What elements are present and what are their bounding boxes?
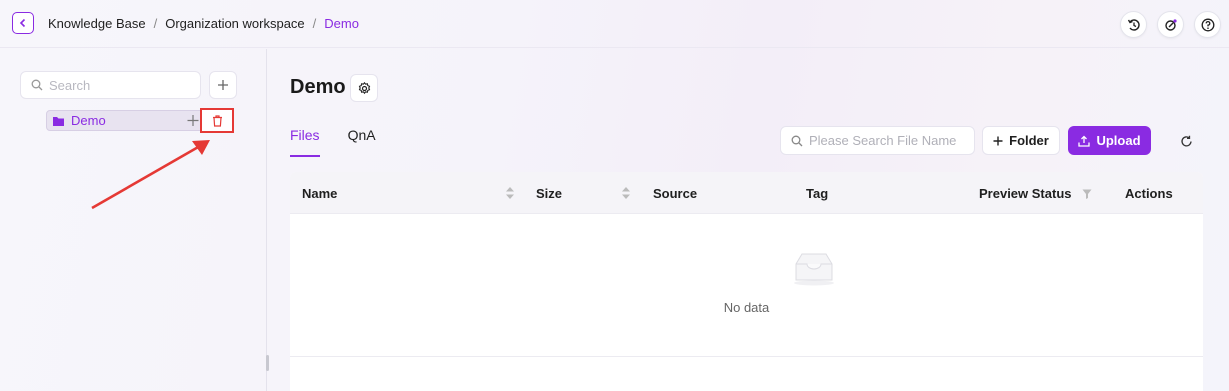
- help-button[interactable]: [1194, 11, 1221, 38]
- add-node-button[interactable]: [209, 71, 237, 99]
- search-placeholder: Search: [49, 77, 91, 93]
- tab-bar: Files QnA: [290, 127, 376, 157]
- folder-button-label: Folder: [1009, 133, 1049, 148]
- new-folder-button[interactable]: Folder: [982, 126, 1060, 155]
- files-table: Name Size Source Tag Preview Status Acti…: [290, 172, 1203, 391]
- tab-files[interactable]: Files: [290, 127, 320, 157]
- history-icon: [1127, 18, 1140, 31]
- tree-item-label: Demo: [71, 113, 106, 128]
- filter-icon[interactable]: [1082, 187, 1092, 201]
- empty-state-text: No data: [723, 300, 770, 315]
- ai-edit-button[interactable]: [1157, 11, 1184, 38]
- back-button[interactable]: [12, 12, 34, 34]
- breadcrumb: Knowledge Base / Organization workspace …: [48, 16, 359, 31]
- tree-search-input[interactable]: Search: [20, 71, 201, 99]
- column-preview-status: Preview Status: [979, 186, 1072, 201]
- upload-button[interactable]: Upload: [1068, 126, 1151, 155]
- delete-button[interactable]: [200, 108, 234, 133]
- upload-button-label: Upload: [1096, 133, 1141, 148]
- top-bar: Knowledge Base / Organization workspace …: [0, 0, 1229, 48]
- file-search-input[interactable]: Please Search File Name: [780, 126, 975, 155]
- search-icon: [791, 135, 803, 146]
- breadcrumb-current: Demo: [324, 16, 359, 31]
- refresh-button[interactable]: [1176, 131, 1196, 151]
- breadcrumb-separator: /: [153, 16, 158, 31]
- plus-icon: [993, 136, 1003, 145]
- file-search-placeholder: Please Search File Name: [809, 133, 957, 148]
- plus-icon: [218, 80, 228, 90]
- table-header: Name Size Source Tag Preview Status Acti…: [290, 172, 1203, 214]
- trash-icon: [212, 114, 222, 127]
- column-size[interactable]: Size: [536, 186, 562, 201]
- column-tag: Tag: [806, 186, 829, 201]
- breadcrumb-organization-workspace[interactable]: Organization workspace: [165, 16, 304, 31]
- upload-icon: [1078, 135, 1091, 147]
- main-content: Demo Files QnA Please Search File Name F…: [268, 49, 1229, 391]
- chevron-left-icon: [19, 18, 26, 28]
- column-source: Source: [653, 186, 698, 201]
- history-button[interactable]: [1120, 11, 1147, 38]
- sort-icon[interactable]: [621, 186, 631, 200]
- sparkle-edit-icon: [1164, 18, 1177, 31]
- breadcrumb-knowledge-base[interactable]: Knowledge Base: [48, 16, 146, 31]
- column-name[interactable]: Name: [302, 186, 337, 201]
- tab-qna[interactable]: QnA: [348, 127, 376, 157]
- empty-state: No data: [290, 214, 1203, 357]
- sort-icon[interactable]: [505, 186, 515, 200]
- column-actions: Actions: [1125, 186, 1173, 201]
- help-icon: [1201, 18, 1214, 31]
- settings-button[interactable]: [350, 74, 378, 102]
- breadcrumb-separator: /: [312, 16, 317, 31]
- gear-icon: [358, 81, 370, 94]
- search-icon: [31, 79, 43, 91]
- annotation-arrow: [91, 140, 210, 210]
- add-child-icon[interactable]: [187, 111, 199, 130]
- refresh-icon: [1180, 135, 1192, 146]
- page-title: Demo: [290, 76, 346, 98]
- sidebar: Search Demo: [0, 49, 267, 391]
- folder-icon: [53, 116, 64, 126]
- empty-inbox-icon: [794, 253, 834, 286]
